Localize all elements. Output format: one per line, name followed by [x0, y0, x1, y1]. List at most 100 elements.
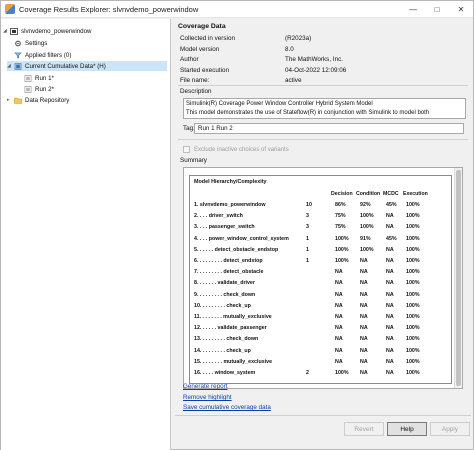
summary-scrollbar[interactable]: [454, 168, 462, 388]
description-line-1: Simulink(R) Coverage Power Window Contro…: [186, 101, 373, 107]
exclude-inactive-variants-checkbox[interactable]: Exclude inactive choices of variants: [183, 146, 289, 153]
save-cumulative-coverage-data-link[interactable]: Save cumulative coverage data: [183, 404, 271, 411]
close-icon[interactable]: ✕: [449, 1, 473, 18]
row-condition: 100%: [360, 246, 374, 253]
summary-heading: Summary: [180, 157, 207, 164]
row-name[interactable]: 1. slvnvdemo_powerwindow: [194, 202, 266, 208]
row-name[interactable]: 2. . . . driver_switch: [194, 213, 243, 219]
row-mcdc: NA: [386, 314, 394, 320]
row-mcdc: NA: [386, 302, 394, 309]
apply-button[interactable]: Apply: [430, 422, 470, 436]
row-condition: NA: [360, 314, 368, 320]
column-header-mcdc: MCDC: [383, 191, 399, 197]
row-name[interactable]: 16. . . . . window_system: [194, 370, 255, 376]
row-condition: 100%: [360, 213, 374, 220]
row-name[interactable]: 15. . . . . . . . mutually_exclusive: [194, 359, 272, 365]
row-execution: 100%: [406, 370, 420, 376]
tag-input[interactable]: Run 1 Run 2: [194, 123, 464, 134]
table-row: 16. . . . . window_system 2 100% NA NA 100%: [190, 370, 452, 379]
tree-item-run-2[interactable]: Run 2*: [24, 84, 54, 94]
row-execution: 100%: [406, 291, 420, 298]
row-decision: NA: [335, 291, 343, 298]
expand-icon[interactable]: ▸: [7, 97, 14, 103]
collapse-icon[interactable]: ◢: [3, 28, 10, 34]
row-complexity: 10: [306, 202, 312, 208]
generate-report-link[interactable]: Generate report: [183, 383, 227, 390]
author-label: Author: [180, 56, 199, 63]
row-complexity: 3: [306, 213, 309, 220]
checkbox-box[interactable]: [183, 146, 190, 153]
divider: [178, 85, 468, 86]
row-decision: 100%: [335, 370, 349, 376]
row-name[interactable]: 11. . . . . . . . mutually_exclusive: [194, 314, 272, 320]
started-execution-label: Started execution: [180, 67, 230, 74]
row-name[interactable]: 4. . . . power_window_control_system: [194, 236, 289, 242]
row-name[interactable]: 14. . . . . . . . . check_up: [194, 348, 251, 354]
description-textarea[interactable]: Simulink(R) Coverage Power Window Contro…: [183, 98, 466, 119]
model-version-label: Model version: [180, 46, 220, 53]
description-line-2: This model demonstrates the use of State…: [186, 110, 430, 116]
tree-item-current-cumulative-data[interactable]: ◢ Current Cumulative Data* (H): [7, 61, 167, 71]
row-condition: NA: [360, 336, 368, 343]
table-row: 11. . . . . . . . mutually_exclusive NA NA…: [190, 314, 452, 323]
summary-panel[interactable]: Model Hierarchy/Complexity Decision Cond…: [183, 167, 463, 389]
row-condition: NA: [360, 258, 368, 264]
row-name[interactable]: 6. . . . . . . . . detect_endstop: [194, 258, 263, 264]
row-execution: 100%: [406, 347, 420, 354]
table-row: 5. . . . . . detect_obstacle_endstop 1 100…: [190, 247, 452, 256]
row-complexity: 3: [306, 224, 309, 231]
row-decision: 75%: [335, 213, 346, 220]
column-header-decision: Decision: [331, 191, 353, 197]
row-condition: NA: [360, 302, 368, 309]
row-mcdc: NA: [386, 246, 394, 253]
row-name[interactable]: 12. . . . . . validate_passenger: [194, 325, 267, 331]
author-value: The MathWorks, Inc.: [285, 56, 343, 63]
remove-highlight-link[interactable]: Remove highlight: [183, 394, 232, 401]
row-execution: 100%: [406, 224, 420, 231]
row-mcdc: NA: [386, 280, 394, 287]
row-name[interactable]: 5. . . . . . detect_obstacle_endstop: [194, 247, 278, 253]
row-mcdc: 45%: [386, 235, 397, 242]
row-name[interactable]: 3. . . . passenger_switch: [194, 224, 255, 230]
scrollbar-thumb[interactable]: [456, 170, 461, 386]
row-condition: NA: [360, 347, 368, 354]
row-complexity: 1: [306, 258, 309, 264]
row-name[interactable]: 8. . . . . . . validate_driver: [194, 280, 255, 286]
table-row: 4. . . . power_window_control_system 1 100…: [190, 236, 452, 245]
tree-item-applied-filters[interactable]: Applied filters (0): [14, 50, 71, 60]
row-name[interactable]: 10. . . . . . . . . check_up: [194, 303, 251, 309]
row-name[interactable]: 9. . . . . . . . . check_down: [194, 292, 255, 298]
help-button[interactable]: Help: [387, 422, 427, 436]
run-data-icon: [24, 74, 32, 82]
gear-icon: [15, 40, 21, 46]
row-decision: 86%: [335, 202, 346, 208]
minimize-icon[interactable]: —: [401, 1, 425, 18]
row-execution: 100%: [406, 213, 420, 220]
tree-item-data-repository[interactable]: ▸ Data Repository: [7, 95, 69, 105]
details-panel: Coverage Data Collected in version (R202…: [175, 19, 471, 450]
row-mcdc: NA: [386, 269, 394, 276]
table-row: 12. . . . . . validate_passenger NA NA NA 10…: [190, 325, 452, 334]
tree-item-root[interactable]: ◢ slvnvdemo_powerwindow: [3, 26, 92, 36]
column-header-condition: Condition: [356, 191, 381, 197]
row-mcdc: NA: [386, 347, 394, 354]
table-row: 10. . . . . . . . . check_up NA NA NA 100%: [190, 303, 452, 312]
row-name[interactable]: 7. . . . . . . . . detect_obstacle: [194, 269, 263, 275]
row-mcdc: NA: [386, 336, 394, 343]
run-data-icon: [24, 85, 32, 93]
collapse-icon[interactable]: ◢: [7, 63, 14, 69]
row-execution: 100%: [406, 246, 420, 253]
revert-button[interactable]: Revert: [344, 422, 384, 436]
tree-item-settings[interactable]: Settings: [14, 38, 47, 48]
tree-item-run-1[interactable]: Run 1*: [24, 73, 54, 83]
row-decision: 100%: [335, 235, 349, 242]
row-condition: NA: [360, 370, 368, 376]
row-execution: 100%: [406, 235, 420, 242]
table-row: 1. slvnvdemo_powerwindow 10 86% 92% 45% 100%: [190, 202, 452, 211]
folder-icon: [14, 97, 22, 104]
row-name[interactable]: 13. . . . . . . . . check_down: [194, 336, 258, 342]
row-execution: 100%: [406, 202, 420, 208]
table-row: 6. . . . . . . . . detect_endstop 1 100% NA…: [190, 258, 452, 267]
maximize-icon[interactable]: □: [425, 1, 449, 18]
row-decision: 100%: [335, 246, 349, 253]
